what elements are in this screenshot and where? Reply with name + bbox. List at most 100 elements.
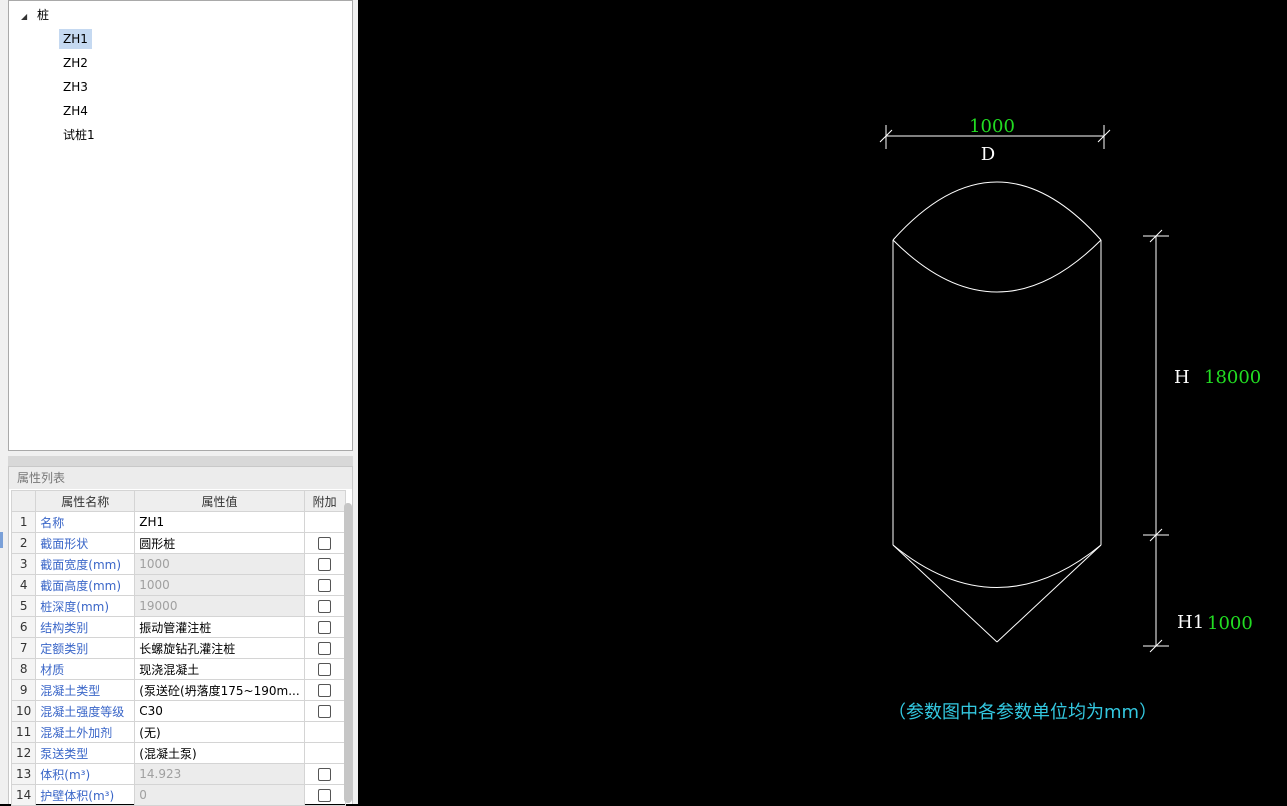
- property-value[interactable]: 19000: [134, 595, 305, 617]
- property-row[interactable]: 12 泵送类型 (混凝土泵): [10, 742, 346, 764]
- cone-right-edge: [996, 544, 1102, 643]
- property-add-cell[interactable]: [303, 553, 346, 575]
- row-number: 10: [10, 700, 37, 722]
- row-number: 1: [10, 511, 37, 533]
- property-add-cell[interactable]: [303, 700, 346, 722]
- column-header-add: 附加: [303, 490, 346, 512]
- property-value[interactable]: (泵送砼(坍落度175~190m...: [134, 679, 305, 701]
- add-checkbox[interactable]: [318, 663, 332, 676]
- property-name: 截面形状: [35, 532, 136, 554]
- drawing-canvas: 1000 D H 18000 H1 1000 （参数图中各参数单位均为mm）: [358, 0, 1287, 804]
- cylinder-top-arc: [892, 181, 1102, 241]
- h-label: H: [1174, 367, 1190, 388]
- cone-left-edge: [892, 544, 998, 643]
- property-value[interactable]: 14.923: [134, 763, 305, 785]
- property-add-cell[interactable]: [303, 679, 346, 701]
- add-checkbox[interactable]: [318, 789, 332, 802]
- property-name: 体积(m³): [35, 763, 136, 785]
- property-value[interactable]: C30: [134, 700, 305, 722]
- column-header-name: 属性名称: [35, 490, 136, 512]
- vertical-scrollbar[interactable]: [344, 503, 352, 803]
- property-grid-header: 属性名称 属性值 附加: [10, 490, 346, 512]
- row-number: 5: [10, 595, 37, 617]
- property-value[interactable]: 振动管灌注桩: [134, 616, 305, 638]
- tree-item-zh4[interactable]: ZH4: [59, 101, 92, 121]
- h-value: 18000: [1204, 367, 1261, 388]
- property-value[interactable]: 1000: [134, 574, 305, 596]
- row-number: 8: [10, 658, 37, 680]
- property-add-cell[interactable]: [303, 784, 346, 806]
- property-row[interactable]: 2 截面形状 圆形桩: [10, 532, 346, 554]
- property-add-cell: [303, 511, 346, 533]
- property-value[interactable]: 现浇混凝土: [134, 658, 305, 680]
- property-name: 截面高度(mm): [35, 574, 136, 596]
- property-name: 材质: [35, 658, 136, 680]
- scrollbar-thumb[interactable]: [344, 503, 352, 803]
- property-name: 护壁体积(m³): [35, 784, 136, 806]
- tree-root[interactable]: ◢ 桩: [21, 7, 49, 23]
- property-value[interactable]: 0: [134, 784, 305, 806]
- property-value[interactable]: (混凝土泵): [134, 742, 305, 764]
- row-number: 7: [10, 637, 37, 659]
- add-checkbox[interactable]: [318, 621, 332, 634]
- property-value[interactable]: 长螺旋钻孔灌注桩: [134, 637, 305, 659]
- tree-item-zh3[interactable]: ZH3: [59, 77, 92, 97]
- row-number: 12: [10, 742, 37, 764]
- property-row[interactable]: 10 混凝土强度等级 C30: [10, 700, 346, 722]
- add-checkbox[interactable]: [318, 642, 332, 655]
- property-name: 泵送类型: [35, 742, 136, 764]
- property-value[interactable]: 圆形桩: [134, 532, 305, 554]
- row-number: 2: [10, 532, 37, 554]
- collapse-arrow-icon[interactable]: ◢: [21, 9, 31, 25]
- property-row[interactable]: 3 截面宽度(mm) 1000: [10, 553, 346, 575]
- add-checkbox[interactable]: [318, 600, 332, 613]
- property-row[interactable]: 1 名称 ZH1: [10, 511, 346, 533]
- property-row[interactable]: 11 混凝土外加剂 (无): [10, 721, 346, 743]
- add-checkbox[interactable]: [318, 558, 332, 571]
- row-number: 3: [10, 553, 37, 575]
- row-number: 14: [10, 784, 37, 806]
- h1-label: H1: [1177, 612, 1204, 633]
- tree-item-zh1[interactable]: ZH1: [59, 29, 92, 49]
- add-checkbox[interactable]: [318, 579, 332, 592]
- property-add-cell[interactable]: [303, 574, 346, 596]
- tree-item-zh2[interactable]: ZH2: [59, 53, 92, 73]
- property-row[interactable]: 5 桩深度(mm) 19000: [10, 595, 346, 617]
- component-tree: ◢ 桩 ZH1 ZH2 ZH3 ZH4 试桩1: [8, 0, 353, 451]
- tree-item-test-pile-1[interactable]: 试桩1: [59, 125, 99, 145]
- property-name: 定额类别: [35, 637, 136, 659]
- row-number: 4: [10, 574, 37, 596]
- property-row[interactable]: 9 混凝土类型 (泵送砼(坍落度175~190m...: [10, 679, 346, 701]
- property-row[interactable]: 13 体积(m³) 14.923: [10, 763, 346, 785]
- property-add-cell[interactable]: [303, 616, 346, 638]
- property-value[interactable]: (无): [134, 721, 305, 743]
- property-panel-title: 属性列表: [9, 467, 352, 489]
- left-panel: ◢ 桩 ZH1 ZH2 ZH3 ZH4 试桩1 属性列表 属性名称 属性值 附加 …: [0, 0, 358, 806]
- property-add-cell[interactable]: [303, 595, 346, 617]
- property-name: 混凝土外加剂: [35, 721, 136, 743]
- row-number-header: [10, 490, 37, 512]
- property-row[interactable]: 8 材质 现浇混凝土: [10, 658, 346, 680]
- property-value[interactable]: 1000: [134, 553, 305, 575]
- property-add-cell[interactable]: [303, 658, 346, 680]
- property-add-cell: [303, 721, 346, 743]
- property-row[interactable]: 4 截面高度(mm) 1000: [10, 574, 346, 596]
- add-checkbox[interactable]: [318, 705, 332, 718]
- cylinder-top-front-arc: [892, 239, 1102, 293]
- property-row[interactable]: 14 护壁体积(m³) 0: [10, 784, 346, 806]
- property-add-cell[interactable]: [303, 637, 346, 659]
- property-name: 桩深度(mm): [35, 595, 136, 617]
- add-checkbox[interactable]: [318, 537, 332, 550]
- property-row[interactable]: 6 结构类别 振动管灌注桩: [10, 616, 346, 638]
- property-add-cell[interactable]: [303, 763, 346, 785]
- add-checkbox[interactable]: [318, 684, 332, 697]
- row-number: 6: [10, 616, 37, 638]
- property-row[interactable]: 7 定额类别 长螺旋钻孔灌注桩: [10, 637, 346, 659]
- column-header-value: 属性值: [134, 490, 305, 512]
- property-value[interactable]: ZH1: [134, 511, 305, 533]
- panel-splitter[interactable]: [8, 456, 353, 466]
- add-checkbox[interactable]: [318, 768, 332, 781]
- pile-parameter-diagram: 1000 D H 18000 H1 1000 （参数图中各参数单位均为mm）: [879, 116, 1261, 723]
- property-add-cell[interactable]: [303, 532, 346, 554]
- property-name: 混凝土强度等级: [35, 700, 136, 722]
